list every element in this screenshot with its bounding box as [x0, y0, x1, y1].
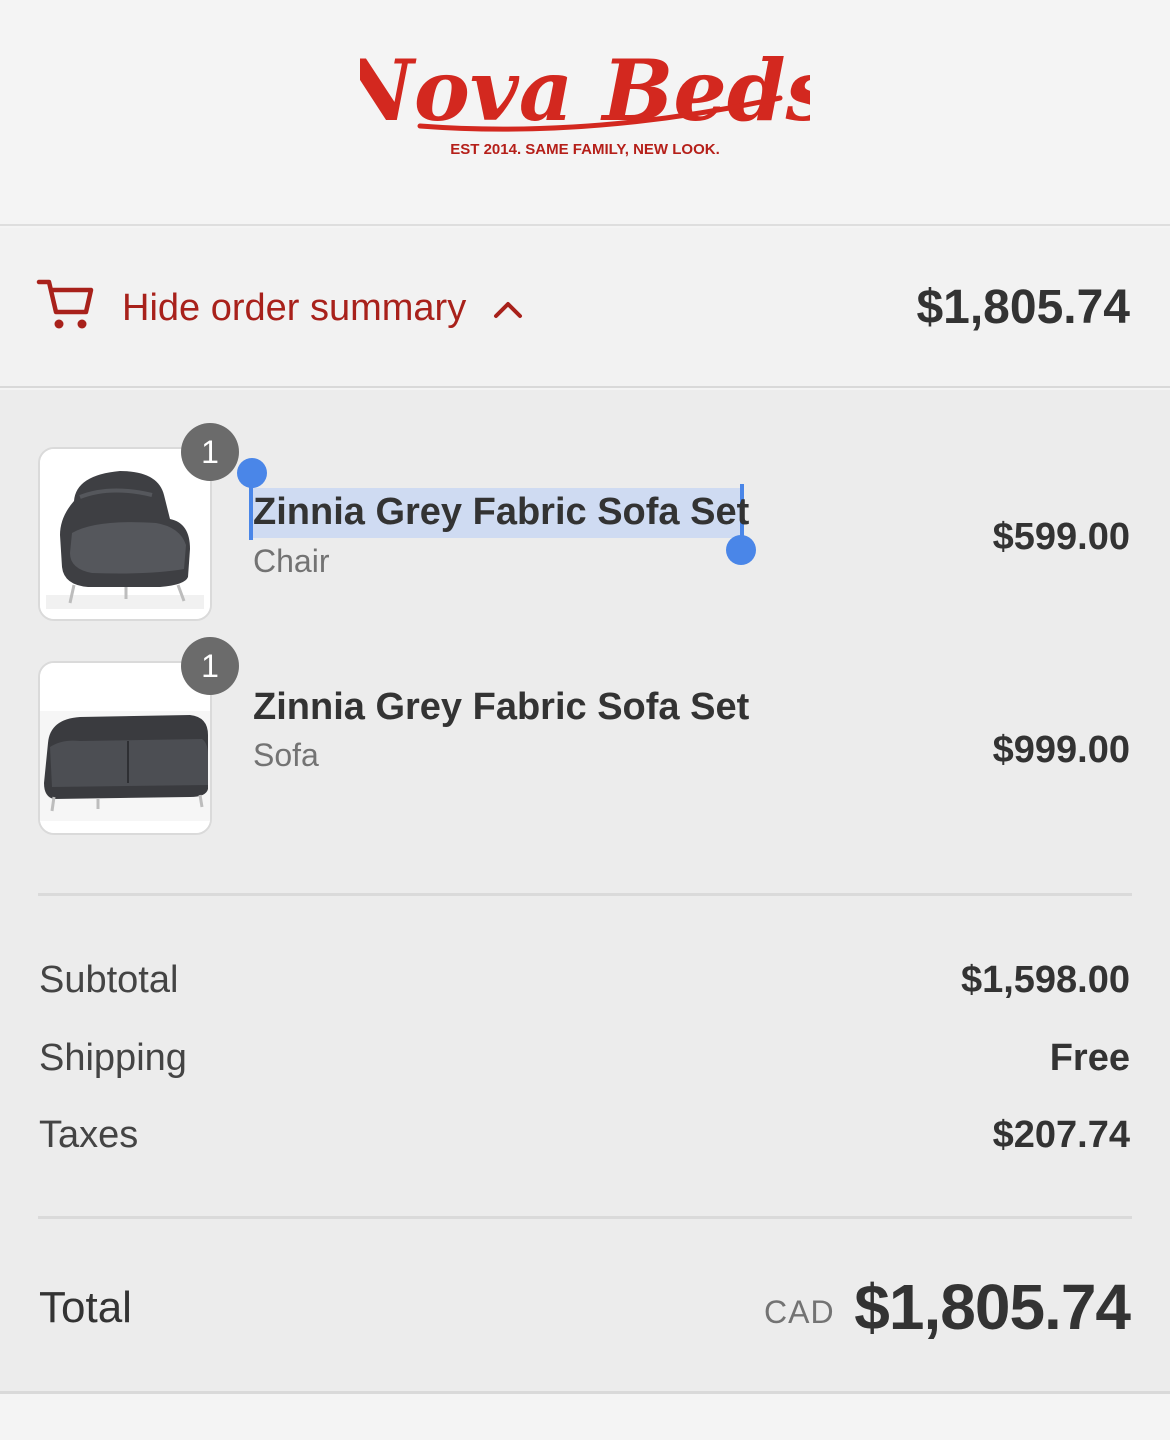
line-item-price: $599.00 [992, 516, 1130, 558]
shipping-value: Free [1049, 1037, 1130, 1079]
subtotal-value: $1,598.00 [960, 959, 1130, 1001]
line-item-title: Zinnia Grey Fabric Sofa Set [253, 491, 750, 533]
product-thumbnail-chair [38, 447, 212, 621]
nova-beds-logo[interactable]: Nova Beds EST 2014. SAME FAMILY, NEW LOO… [360, 14, 810, 164]
line-item-variant: Chair [253, 543, 330, 579]
total-label: Total [39, 1283, 132, 1332]
divider [38, 893, 1132, 896]
quantity-badge: 1 [181, 637, 239, 695]
selection-start-handle[interactable] [237, 458, 267, 488]
line-item-price: $999.00 [992, 729, 1130, 771]
taxes-value: $207.74 [992, 1114, 1130, 1156]
currency-code: CAD [764, 1294, 835, 1330]
hide-order-summary-link[interactable]: Hide order summary [122, 286, 466, 330]
summary-toggle-total: $1,805.74 [916, 281, 1130, 334]
cart-icon [36, 276, 96, 332]
line-item-title: Zinnia Grey Fabric Sofa Set [253, 686, 750, 728]
subtotal-label: Subtotal [39, 959, 179, 1001]
logo-tagline: EST 2014. SAME FAMILY, NEW LOOK. [450, 141, 720, 158]
product-thumbnail-sofa [38, 661, 212, 835]
grand-total: $1,805.74 [854, 1271, 1131, 1343]
selection-end-handle[interactable] [726, 535, 756, 565]
shipping-label: Shipping [39, 1037, 187, 1079]
line-item-variant: Sofa [253, 737, 319, 773]
quantity-badge: 1 [181, 423, 239, 481]
chevron-up-icon[interactable] [492, 298, 524, 322]
taxes-label: Taxes [39, 1114, 139, 1156]
divider [38, 1216, 1132, 1219]
